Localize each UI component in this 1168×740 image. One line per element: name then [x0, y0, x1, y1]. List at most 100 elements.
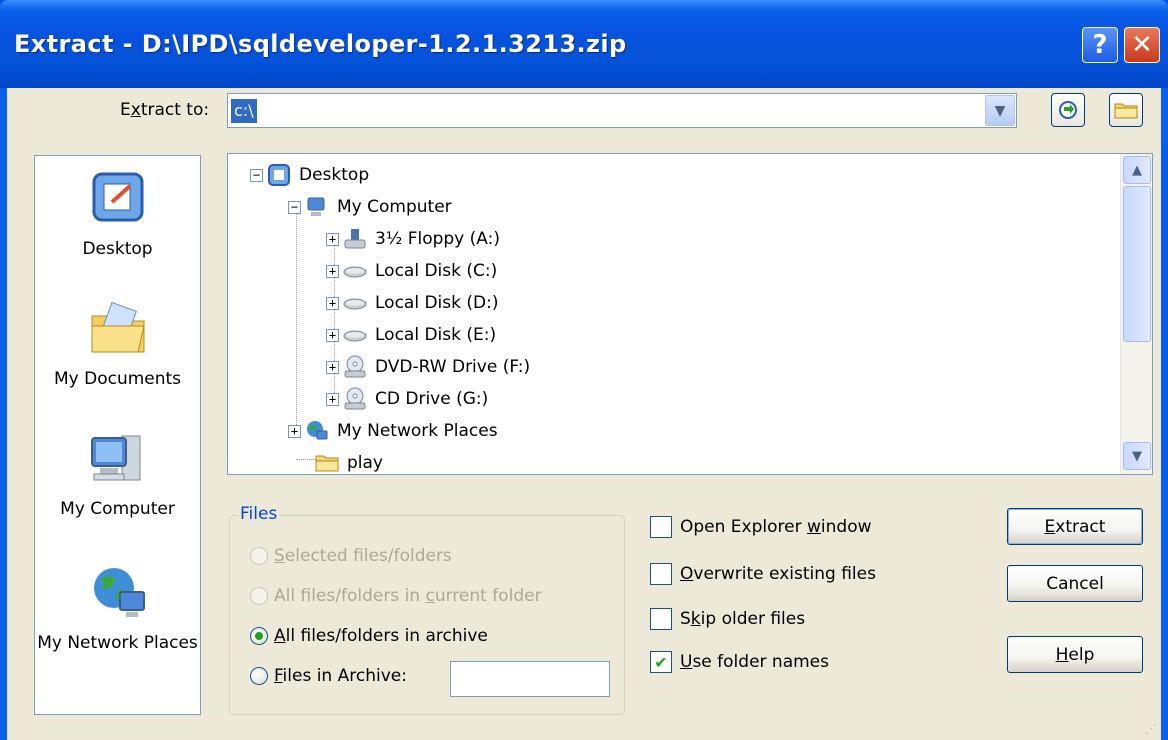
tree-item-play[interactable]: play — [315, 448, 383, 474]
tree-item-label: Desktop — [299, 165, 370, 185]
tree-expander[interactable]: + — [326, 264, 339, 278]
files-group-title: Files — [238, 504, 280, 524]
radio-label: Files in Archive: — [274, 666, 407, 686]
tree-connector — [296, 204, 297, 429]
radio-button[interactable] — [250, 587, 268, 605]
places-bar: Desktop My Documents My Computer My Netw… — [34, 155, 201, 715]
checkbox-overwrite[interactable]: Overwrite existing files — [650, 563, 876, 585]
resize-grip-icon[interactable]: ⋰ — [1145, 722, 1157, 736]
checkbox-label: Use folder names — [680, 652, 829, 672]
window-title: Extract - D:\IPD\sqldeveloper-1.2.1.3213… — [14, 30, 627, 58]
tree-expander[interactable]: + — [326, 360, 339, 374]
checkbox-use-folder-names[interactable]: ✔ Use folder names — [650, 651, 829, 673]
help-button[interactable]: Help — [1007, 636, 1143, 673]
title-bar[interactable]: Extract - D:\IPD\sqldeveloper-1.2.1.3213… — [0, 0, 1168, 88]
radio-current-folder[interactable]: All files/folders in current folder — [250, 586, 542, 606]
hard-disk-icon — [343, 330, 367, 342]
tree-expander[interactable]: + — [326, 328, 339, 342]
tree-item-label: My Computer — [337, 197, 452, 217]
hard-disk-icon — [343, 266, 367, 278]
help-title-button[interactable]: ? — [1082, 27, 1118, 63]
extract-button[interactable]: Extract — [1007, 508, 1143, 545]
scroll-up-icon[interactable]: ▲ — [1123, 156, 1151, 184]
tree-scrollbar[interactable]: ▲ ▼ — [1120, 154, 1152, 474]
tree-item-label: Local Disk (C:) — [375, 261, 498, 281]
checkbox-skip-older[interactable]: Skip older files — [650, 608, 805, 630]
tree-item-dvd-drive[interactable]: + DVD-RW Drive (F:) — [326, 352, 530, 382]
radio-all-in-archive[interactable]: All files/folders in archive — [250, 626, 488, 646]
scroll-thumb[interactable] — [1123, 186, 1151, 342]
extract-to-label-text: Extract to: — [120, 100, 210, 120]
close-button[interactable]: ✕ — [1124, 27, 1160, 63]
dvd-drive-icon — [344, 355, 366, 378]
place-my-computer[interactable]: My Computer — [35, 426, 200, 520]
floppy-drive-icon — [344, 229, 366, 249]
place-label: My Computer — [60, 499, 175, 519]
extract-to-combobox[interactable]: c:\ ▼ — [227, 93, 1017, 128]
refresh-arrow-icon — [1059, 101, 1077, 119]
my-computer-icon — [90, 435, 140, 481]
place-my-network[interactable]: My Network Places — [35, 560, 200, 654]
place-label: Desktop — [82, 239, 153, 259]
checkmark-icon: ✔ — [654, 652, 668, 672]
tree-item-floppy[interactable]: + 3½ Floppy (A:) — [326, 224, 500, 254]
folder-tree[interactable]: − Desktop − My Computer + 3½ Floppy (A:)… — [227, 153, 1153, 475]
place-label: My Network Places — [37, 633, 198, 653]
tree-item-network-places[interactable]: + My Network Places — [288, 416, 498, 446]
network-places-icon — [93, 568, 145, 617]
tree-item-label: CD Drive (G:) — [375, 389, 489, 409]
tree-item-label: DVD-RW Drive (F:) — [375, 357, 531, 377]
checkbox[interactable] — [650, 608, 672, 630]
desktop-icon — [92, 172, 143, 222]
tree-item-local-disk-e[interactable]: + Local Disk (E:) — [326, 320, 496, 350]
tree-item-label: My Network Places — [337, 421, 498, 441]
files-in-archive-input[interactable] — [450, 661, 610, 697]
checkbox[interactable]: ✔ — [650, 651, 672, 673]
cancel-button[interactable]: Cancel — [1007, 565, 1143, 602]
tree-item-local-disk-d[interactable]: + Local Disk (D:) — [326, 288, 498, 318]
place-label: My Documents — [53, 369, 182, 389]
tree-item-cd-drive[interactable]: + CD Drive (G:) — [326, 384, 488, 414]
tree-expander[interactable]: + — [326, 392, 339, 406]
tree-item-my-computer[interactable]: − My Computer — [288, 192, 452, 222]
tree-expander[interactable]: + — [326, 232, 339, 246]
network-places-icon — [307, 421, 328, 440]
my-documents-icon — [91, 301, 145, 353]
radio-selected-files[interactable]: Selected files/folders — [250, 546, 452, 566]
tree-item-local-disk-c[interactable]: + Local Disk (C:) — [326, 256, 497, 286]
tree-item-label: Local Disk (D:) — [375, 293, 499, 313]
checkbox-open-explorer[interactable]: Open Explorer window — [650, 516, 872, 538]
radio-files-in-archive[interactable]: Files in Archive: — [250, 666, 407, 686]
tree-expander[interactable]: + — [326, 296, 339, 310]
cd-drive-icon — [344, 387, 366, 410]
radio-button[interactable] — [250, 627, 268, 645]
desktop-icon — [268, 164, 290, 186]
place-desktop[interactable]: Desktop — [35, 166, 200, 260]
extract-to-label: Extract to: — [120, 100, 209, 120]
tree-item-label: 3½ Floppy (A:) — [375, 229, 500, 249]
radio-label: All files/folders in current folder — [274, 586, 542, 606]
dialog-body: Extract to: c:\ ▼ Desktop My Documents M… — [7, 88, 1161, 740]
folder-icon — [1114, 103, 1138, 119]
tree-expander[interactable]: − — [250, 168, 263, 182]
radio-label: Selected files/folders — [274, 546, 452, 566]
folder-icon — [315, 455, 339, 472]
checkbox[interactable] — [650, 516, 672, 538]
tree-item-label: Local Disk (E:) — [375, 325, 497, 345]
my-computer-icon — [307, 197, 325, 216]
radio-button[interactable] — [250, 547, 268, 565]
tree-expander[interactable]: − — [288, 200, 301, 214]
browse-folder-button[interactable] — [1109, 93, 1143, 127]
chevron-down-icon[interactable]: ▼ — [985, 95, 1015, 126]
extract-to-value[interactable]: c:\ — [231, 99, 257, 123]
tree-expander[interactable]: + — [288, 424, 301, 438]
place-my-documents[interactable]: My Documents — [35, 296, 200, 390]
checkbox[interactable] — [650, 563, 672, 585]
radio-button[interactable] — [250, 667, 268, 685]
checkbox-label: Skip older files — [680, 609, 806, 629]
navigate-button[interactable] — [1051, 93, 1085, 127]
tree-item-desktop[interactable]: − Desktop — [250, 160, 369, 190]
scroll-down-icon[interactable]: ▼ — [1123, 442, 1151, 470]
hard-disk-icon — [343, 298, 367, 310]
checkbox-label: Open Explorer window — [680, 517, 872, 537]
